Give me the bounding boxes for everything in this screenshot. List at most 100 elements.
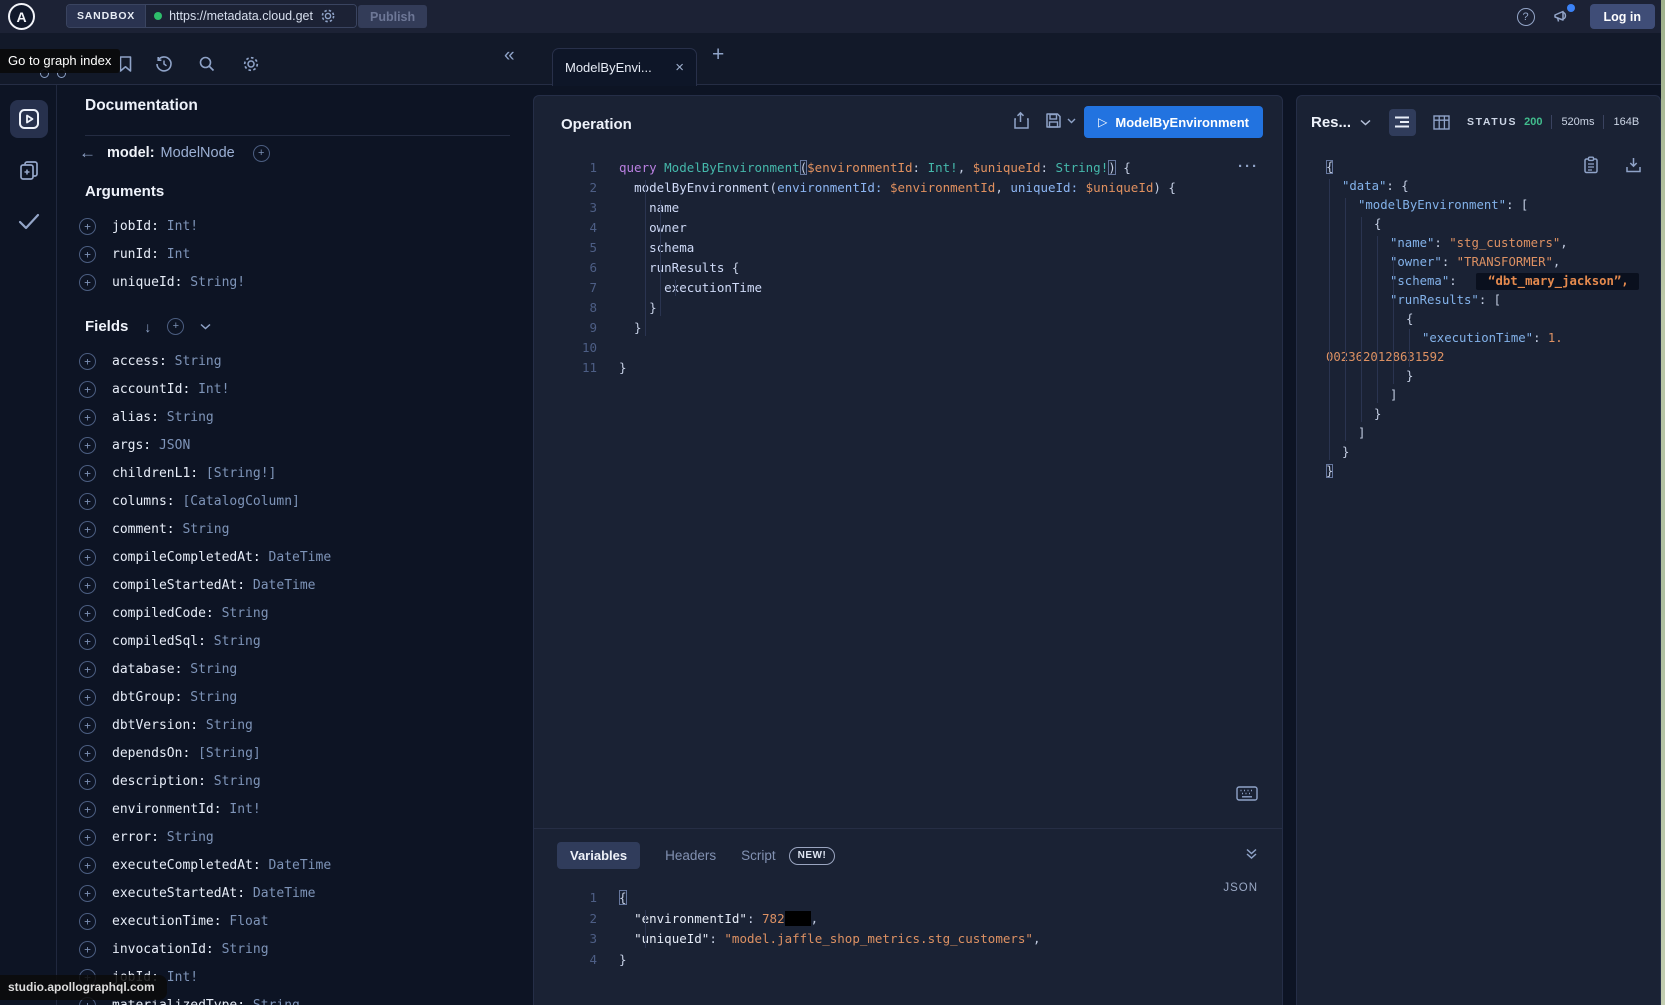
- publish-button[interactable]: Publish: [358, 5, 427, 28]
- field-name[interactable]: jobId:: [112, 219, 159, 234]
- field-type[interactable]: [String]: [190, 746, 260, 761]
- add-to-query-icon[interactable]: +: [79, 246, 96, 263]
- field-name[interactable]: compiledCode:: [112, 606, 214, 621]
- field-type[interactable]: String: [182, 662, 237, 677]
- sidebar-item-explorer[interactable]: [10, 100, 48, 138]
- editor-more-menu-icon[interactable]: ···: [1238, 158, 1259, 175]
- table-view-button[interactable]: [1433, 115, 1450, 130]
- field-type[interactable]: DateTime: [261, 550, 331, 565]
- add-to-query-icon[interactable]: +: [79, 941, 96, 958]
- field-name[interactable]: executeStartedAt:: [112, 886, 245, 901]
- breadcrumb-type[interactable]: ModelNode: [161, 145, 235, 161]
- add-to-query-icon[interactable]: +: [79, 465, 96, 482]
- apollo-logo-icon[interactable]: A: [8, 3, 35, 30]
- history-icon[interactable]: [155, 55, 173, 73]
- field-type[interactable]: DateTime: [245, 578, 315, 593]
- field-name[interactable]: columns:: [112, 494, 175, 509]
- field-name[interactable]: dependsOn:: [112, 746, 190, 761]
- back-arrow-icon[interactable]: ←: [79, 143, 107, 163]
- run-operation-button[interactable]: ▷ ModelByEnvironment: [1084, 106, 1263, 138]
- field-type[interactable]: JSON: [151, 438, 190, 453]
- help-icon[interactable]: ?: [1517, 8, 1535, 26]
- add-to-query-icon[interactable]: +: [79, 274, 96, 291]
- field-name[interactable]: args:: [112, 438, 151, 453]
- tab-headers[interactable]: Headers: [665, 842, 716, 869]
- login-button[interactable]: Log in: [1590, 4, 1656, 29]
- field-type[interactable]: [String!]: [198, 466, 276, 481]
- response-editor[interactable]: {"data": {"modelByEnvironment": [{"name"…: [1320, 158, 1656, 481]
- add-to-query-icon[interactable]: +: [79, 717, 96, 734]
- field-type[interactable]: [CatalogColumn]: [175, 494, 300, 509]
- add-to-query-icon[interactable]: +: [79, 353, 96, 370]
- add-to-query-icon[interactable]: +: [79, 521, 96, 538]
- collapse-panel-icon[interactable]: [1245, 848, 1258, 860]
- add-to-query-icon[interactable]: +: [79, 605, 96, 622]
- tab-variables[interactable]: Variables: [557, 842, 640, 869]
- field-name[interactable]: runId:: [112, 247, 159, 262]
- add-to-query-icon[interactable]: +: [79, 437, 96, 454]
- field-type[interactable]: String: [206, 774, 261, 789]
- add-to-query-icon[interactable]: +: [79, 745, 96, 762]
- field-type[interactable]: String: [206, 634, 261, 649]
- tab-modelbyenvironment[interactable]: ModelByEnvi... ×: [552, 48, 697, 86]
- prettify-view-button[interactable]: [1389, 109, 1416, 136]
- field-type[interactable]: String: [214, 606, 269, 621]
- chevron-down-icon[interactable]: [1360, 119, 1371, 126]
- endpoint-settings-gear-icon[interactable]: [320, 8, 336, 24]
- add-field-icon[interactable]: +: [253, 145, 270, 162]
- add-to-query-icon[interactable]: +: [79, 857, 96, 874]
- field-name[interactable]: invocationId:: [112, 942, 214, 957]
- add-to-query-icon[interactable]: +: [79, 829, 96, 846]
- field-name[interactable]: compileCompletedAt:: [112, 550, 261, 565]
- field-type[interactable]: String: [175, 522, 230, 537]
- field-type[interactable]: Int: [159, 247, 190, 262]
- field-name[interactable]: uniqueId:: [112, 275, 182, 290]
- collapse-sidebar-icon[interactable]: «: [504, 45, 515, 67]
- share-icon[interactable]: [1012, 111, 1029, 130]
- response-title[interactable]: Res...: [1311, 114, 1351, 131]
- add-to-query-icon[interactable]: +: [79, 577, 96, 594]
- field-name[interactable]: compiledSql:: [112, 634, 206, 649]
- keyboard-shortcuts-icon[interactable]: [1236, 786, 1258, 801]
- field-name[interactable]: error:: [112, 830, 159, 845]
- variables-editor[interactable]: 1{2 "environmentId": 782,3 "uniqueId": "…: [561, 888, 1272, 970]
- field-name[interactable]: childrenL1:: [112, 466, 198, 481]
- field-type[interactable]: String: [182, 690, 237, 705]
- field-name[interactable]: executeCompletedAt:: [112, 858, 261, 873]
- field-name[interactable]: dbtVersion:: [112, 718, 198, 733]
- announcements-button[interactable]: [1553, 8, 1572, 25]
- add-to-query-icon[interactable]: +: [79, 913, 96, 930]
- add-to-query-icon[interactable]: +: [79, 801, 96, 818]
- field-name[interactable]: access:: [112, 354, 167, 369]
- field-name[interactable]: comment:: [112, 522, 175, 537]
- field-type[interactable]: String: [214, 942, 269, 957]
- tab-script[interactable]: Script: [741, 842, 776, 869]
- endpoint-url-field[interactable]: https://metadata.cloud.get: [146, 5, 356, 27]
- add-to-query-icon[interactable]: +: [79, 661, 96, 678]
- sidebar-item-checklist[interactable]: [10, 202, 48, 240]
- field-type[interactable]: Int!: [222, 802, 261, 817]
- add-to-query-icon[interactable]: +: [79, 409, 96, 426]
- add-to-query-icon[interactable]: +: [79, 381, 96, 398]
- field-name[interactable]: description:: [112, 774, 206, 789]
- add-to-query-icon[interactable]: +: [79, 885, 96, 902]
- add-to-query-icon[interactable]: +: [79, 689, 96, 706]
- field-type[interactable]: String: [167, 354, 222, 369]
- field-name[interactable]: dbtGroup:: [112, 690, 182, 705]
- add-to-query-icon[interactable]: +: [79, 549, 96, 566]
- settings-gear-icon[interactable]: [242, 55, 260, 73]
- close-tab-icon[interactable]: ×: [675, 59, 684, 76]
- sidebar-item-schema[interactable]: [10, 151, 48, 189]
- field-name[interactable]: database:: [112, 662, 182, 677]
- operation-editor[interactable]: 1query ModelByEnvironment($environmentId…: [561, 158, 1272, 378]
- field-type[interactable]: String: [198, 718, 253, 733]
- new-tab-icon[interactable]: +: [712, 43, 724, 67]
- field-type[interactable]: String: [159, 830, 214, 845]
- add-to-query-icon[interactable]: +: [79, 633, 96, 650]
- field-type[interactable]: Float: [222, 914, 269, 929]
- field-name[interactable]: environmentId:: [112, 802, 222, 817]
- field-type[interactable]: String: [245, 998, 300, 1005]
- add-to-query-icon[interactable]: +: [79, 773, 96, 790]
- field-name[interactable]: compileStartedAt:: [112, 578, 245, 593]
- field-name[interactable]: alias:: [112, 410, 159, 425]
